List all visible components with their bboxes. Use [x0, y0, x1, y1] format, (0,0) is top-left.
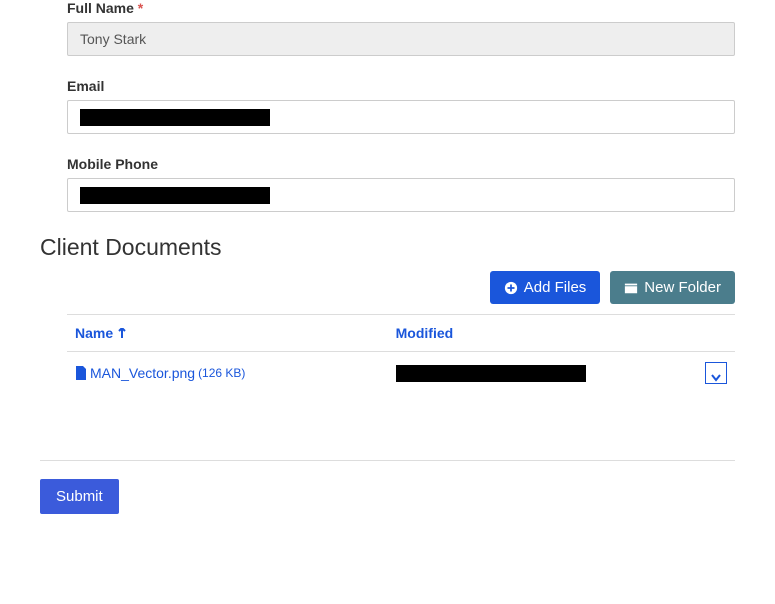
row-actions-toggle[interactable] [705, 362, 727, 384]
submit-button[interactable]: Submit [40, 479, 119, 514]
add-files-button[interactable]: Add Files [490, 271, 601, 304]
column-header-modified[interactable]: Modified [396, 325, 454, 341]
redacted-content [80, 187, 270, 204]
plus-circle-icon [504, 281, 518, 295]
documents-heading: Client Documents [40, 234, 775, 261]
required-indicator: * [138, 0, 143, 16]
full-name-label: Full Name * [67, 0, 735, 16]
table-row: MAN_Vector.png (126 KB) [67, 352, 735, 396]
file-size: (126 KB) [198, 366, 245, 380]
new-folder-button[interactable]: New Folder [610, 271, 735, 304]
column-header-name[interactable]: Name [75, 325, 127, 341]
file-icon [75, 366, 87, 380]
chevron-down-icon [711, 369, 721, 377]
email-label: Email [67, 78, 735, 94]
file-link[interactable]: MAN_Vector.png (126 KB) [75, 365, 245, 381]
folder-icon [624, 281, 638, 295]
sort-up-icon [117, 325, 127, 335]
divider [40, 460, 735, 461]
redacted-content [80, 109, 270, 126]
mobile-phone-label: Mobile Phone [67, 156, 735, 172]
documents-table: Name Modified [67, 314, 735, 395]
redacted-content [396, 365, 586, 382]
file-name: MAN_Vector.png [90, 365, 195, 381]
full-name-input [67, 22, 735, 56]
